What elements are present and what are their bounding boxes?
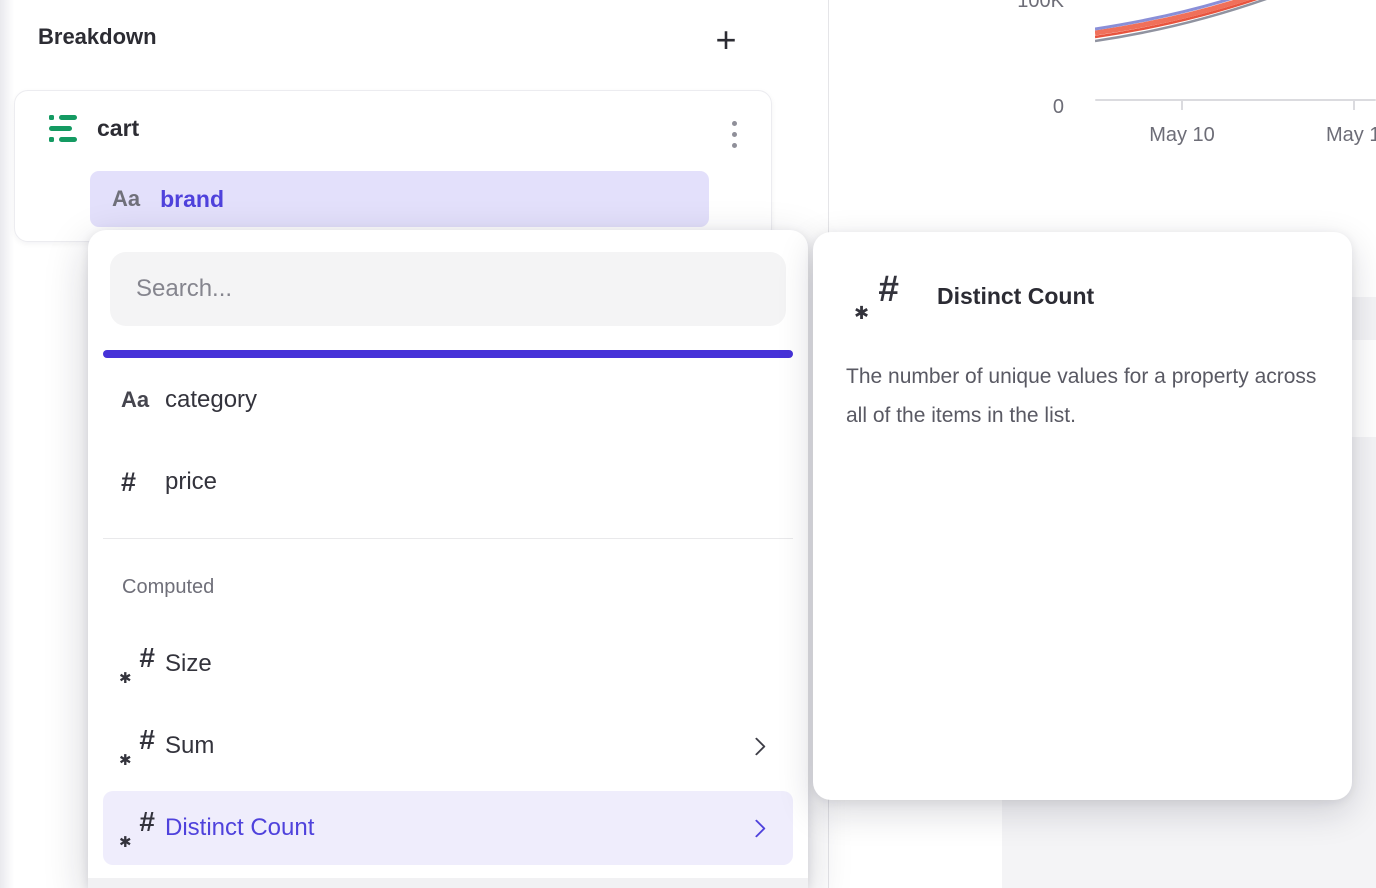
dropdown-divider [103,538,793,539]
selected-subproperty-label: brand [160,186,224,213]
x-axis-label-may10: May 10 [1126,124,1238,147]
dropdown-item-category[interactable]: Aa category [103,370,793,430]
text-property-icon: Aa [112,186,140,212]
chevron-right-icon [747,737,765,755]
number-property-icon: # [121,467,136,498]
distinct-count-info-card: # ✱ Distinct Count The number of unique … [813,232,1352,800]
x-axis-tickmark [1353,101,1355,110]
tooltip-description: The number of unique values for a proper… [846,357,1326,435]
dropdown-item-label: Distinct Count [165,814,314,842]
text-property-icon: Aa [121,387,149,413]
x-axis-tickmark [1181,101,1183,110]
kebab-menu-button[interactable] [728,117,741,152]
computed-number-icon: # ✱ [857,274,901,318]
list-property-icon [49,115,79,142]
app-canvas: 100K 0 May 10 May 17 Breakdown + cart Aa [0,0,1376,888]
dropdown-next-section-edge [88,878,808,888]
breakdown-property-name: cart [97,115,139,142]
left-edge-shadow [0,0,14,888]
search-input[interactable] [110,252,786,326]
computed-section-label: Computed [122,576,214,599]
dropdown-item-label: Size [165,650,212,678]
chevron-right-icon [747,819,765,837]
property-dropdown: Aa category # price Computed # ✱ Size # … [88,230,808,888]
tooltip-title: Distinct Count [937,283,1094,310]
computed-number-icon: # ✱ [121,646,157,682]
dropdown-item-distinct-count[interactable]: # ✱ Distinct Count [103,791,793,865]
dropdown-item-label: Sum [165,732,214,760]
y-axis-tick-0: 0 [980,96,1064,119]
selected-item-scroll-indicator [103,350,793,358]
plus-icon: + [715,19,736,61]
dropdown-item-label: category [165,386,257,414]
y-axis-tick-100k: 100K [980,0,1064,13]
dropdown-item-price[interactable]: # price [103,452,793,512]
dropdown-item-size[interactable]: # ✱ Size [103,634,793,694]
add-breakdown-button[interactable]: + [706,18,746,62]
selected-subproperty-chip[interactable]: Aa brand [90,171,709,227]
breakdown-section-title: Breakdown [38,24,157,50]
x-axis-label-may17: May 17 [1326,124,1376,147]
line-chart [1095,0,1376,100]
computed-number-icon: # ✱ [121,728,157,764]
computed-number-icon: # ✱ [121,810,157,846]
breakdown-property-row[interactable]: cart [49,111,139,145]
dropdown-item-sum[interactable]: # ✱ Sum [103,716,793,776]
dropdown-item-label: price [165,468,217,496]
x-axis [1095,99,1376,101]
breakdown-card: cart Aa brand [14,90,772,242]
